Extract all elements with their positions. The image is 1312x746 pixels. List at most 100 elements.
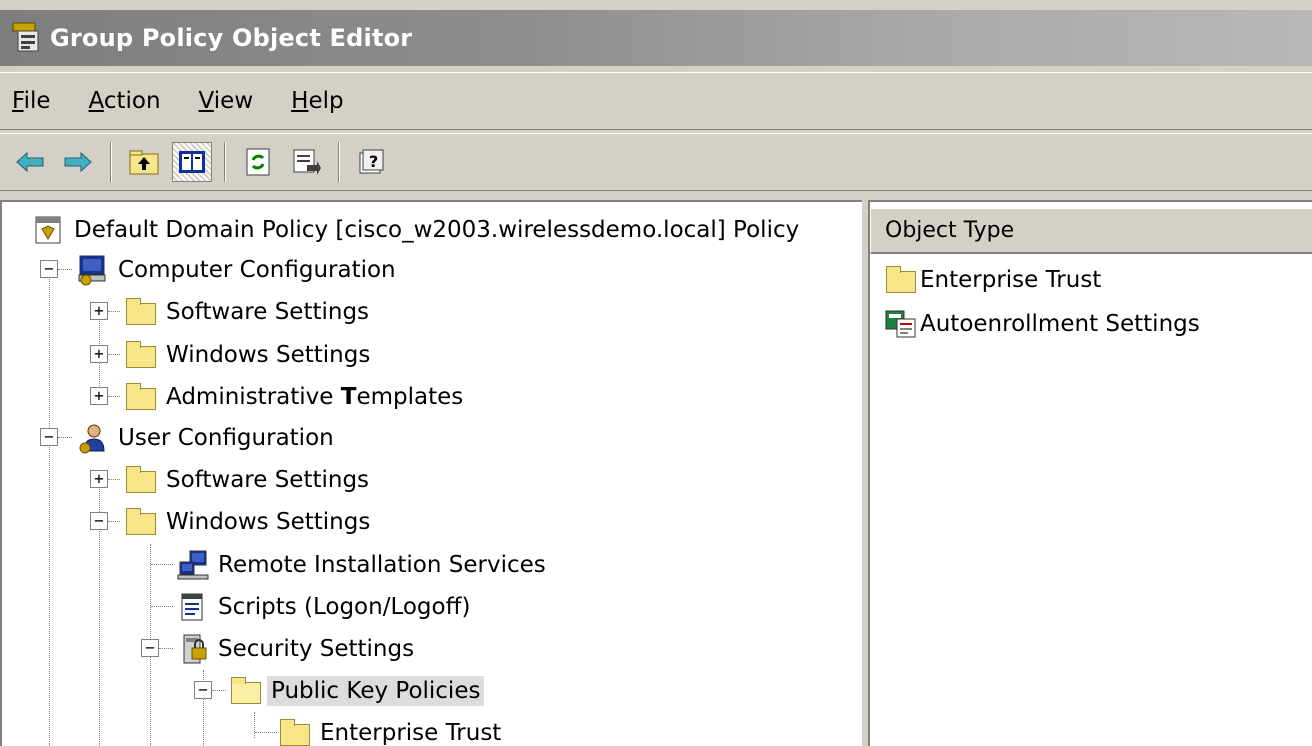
tree-node-public-key-policies[interactable]: Public Key Policies <box>229 671 485 711</box>
menu-view-label: iew <box>213 88 254 114</box>
policy-root-icon <box>32 213 66 247</box>
collapse-toggle[interactable]: − <box>90 512 108 530</box>
expand-toggle[interactable]: + <box>90 345 108 363</box>
menu-view[interactable]: View <box>199 84 254 118</box>
collapse-toggle[interactable]: − <box>194 681 212 699</box>
column-header-object-type[interactable]: Object Type <box>870 208 1312 254</box>
tree-line <box>49 436 50 746</box>
tree-line <box>58 437 72 438</box>
tree-node-root[interactable]: Default Domain Policy [cisco_w2003.wirel… <box>32 210 803 250</box>
tree-line <box>108 311 120 312</box>
tree-node-cc-administrative-templates[interactable]: Administrative Templates <box>124 377 467 417</box>
tree-node-remote-installation-services[interactable]: Remote Installation Services <box>176 545 550 585</box>
tree-line <box>212 690 226 691</box>
menu-help[interactable]: Help <box>291 84 343 118</box>
list-item-autoenrollment-settings[interactable]: Autoenrollment Settings <box>884 304 1200 344</box>
forward-button[interactable] <box>58 142 98 182</box>
menu-action-accel: A <box>88 88 104 114</box>
tree-line <box>108 521 120 522</box>
folder-icon <box>278 716 312 746</box>
tree-node-security-settings[interactable]: Security Settings <box>176 629 418 669</box>
refresh-icon <box>246 148 270 176</box>
tree-node-label: Computer Configuration <box>118 257 396 283</box>
back-button[interactable] <box>10 142 50 182</box>
tree-node-uc-windows-settings[interactable]: Windows Settings <box>124 502 374 542</box>
folder-icon <box>124 463 158 497</box>
menu-action[interactable]: Action <box>89 84 161 118</box>
folder-icon <box>124 295 158 329</box>
expand-toggle[interactable]: + <box>90 387 108 405</box>
tree-line <box>58 269 72 270</box>
tree-node-label: User Configuration <box>118 425 334 451</box>
show-hide-tree-icon <box>179 151 205 173</box>
tree-node-scripts[interactable]: Scripts (Logon/Logoff) <box>176 587 474 627</box>
toolbar-separator <box>338 142 340 182</box>
collapse-toggle[interactable]: − <box>40 260 58 278</box>
refresh-button[interactable] <box>238 142 278 182</box>
tree-node-cc-software-settings[interactable]: Software Settings <box>124 292 373 332</box>
tree-node-label: Administrative Templates <box>162 382 467 412</box>
details-pane[interactable]: Object Type Enterprise Trust Autoenrollm… <box>868 200 1312 746</box>
remote-installation-icon <box>176 548 210 582</box>
svg-text:?: ? <box>369 152 378 171</box>
title-bar: Group Policy Object Editor <box>0 10 1312 66</box>
menu-action-label: ction <box>103 88 161 114</box>
help-button[interactable]: ? <box>352 142 392 182</box>
list-item-enterprise-trust[interactable]: Enterprise Trust <box>884 260 1101 300</box>
tree-node-cc-windows-settings[interactable]: Windows Settings <box>124 335 374 375</box>
tree-line <box>108 396 120 397</box>
window-title: Group Policy Object Editor <box>50 24 413 52</box>
help-icon: ? <box>359 149 384 174</box>
tree-line <box>49 268 50 436</box>
expand-toggle[interactable]: + <box>90 302 108 320</box>
tree-node-label: Software Settings <box>166 299 370 325</box>
tree-node-label: Enterprise Trust <box>320 720 502 746</box>
open-folder-icon <box>229 674 263 708</box>
up-one-level-button[interactable] <box>124 142 164 182</box>
menu-bar: File Action View Help <box>0 72 1312 130</box>
collapse-toggle[interactable]: − <box>40 428 58 446</box>
folder-icon <box>124 505 158 539</box>
label-part: Administrative <box>166 384 341 410</box>
security-settings-icon <box>176 632 210 666</box>
menu-view-accel: V <box>198 88 214 114</box>
user-configuration-icon <box>76 421 110 455</box>
tree-line <box>254 712 255 738</box>
show-hide-tree-button[interactable] <box>172 142 212 182</box>
export-list-button[interactable] <box>286 142 326 182</box>
label-part: emplates <box>356 384 464 410</box>
tree-node-uc-software-settings[interactable]: Software Settings <box>124 460 373 500</box>
console-tree[interactable]: Default Domain Policy [cisco_w2003.wirel… <box>0 200 862 746</box>
tree-node-label: Scripts (Logon/Logoff) <box>218 594 471 620</box>
tree-node-label: Security Settings <box>218 636 415 662</box>
toolbar: ? <box>0 133 1312 191</box>
expand-toggle[interactable]: + <box>90 470 108 488</box>
toolbar-separator <box>224 142 226 182</box>
collapse-toggle[interactable]: − <box>141 639 159 657</box>
tree-node-label: Windows Settings <box>166 509 371 535</box>
label-part: T <box>340 384 357 410</box>
menu-file[interactable]: File <box>12 84 51 118</box>
menu-file-label: ile <box>23 88 51 114</box>
tree-node-label: Software Settings <box>166 467 370 493</box>
list-item-label: Autoenrollment Settings <box>920 311 1200 337</box>
up-folder-icon <box>129 150 159 175</box>
computer-configuration-icon <box>76 253 110 287</box>
gpo-editor-app-icon <box>10 21 44 55</box>
tree-line <box>151 564 173 565</box>
forward-icon <box>64 151 92 173</box>
export-list-icon <box>293 149 321 175</box>
tree-node-label: Remote Installation Services <box>218 552 546 578</box>
tree-node-computer-configuration[interactable]: Computer Configuration <box>76 250 400 290</box>
menu-file-accel: F <box>12 88 24 114</box>
tree-node-enterprise-trust[interactable]: Enterprise Trust <box>278 713 505 746</box>
tree-line <box>255 732 277 733</box>
autoenrollment-settings-icon <box>884 307 918 341</box>
tree-node-user-configuration[interactable]: User Configuration <box>76 418 338 458</box>
tree-node-label: Public Key Policies <box>267 676 485 706</box>
folder-icon <box>884 263 918 297</box>
folder-icon <box>124 338 158 372</box>
back-icon <box>16 151 44 173</box>
tree-line <box>108 354 120 355</box>
tree-line <box>159 648 173 649</box>
